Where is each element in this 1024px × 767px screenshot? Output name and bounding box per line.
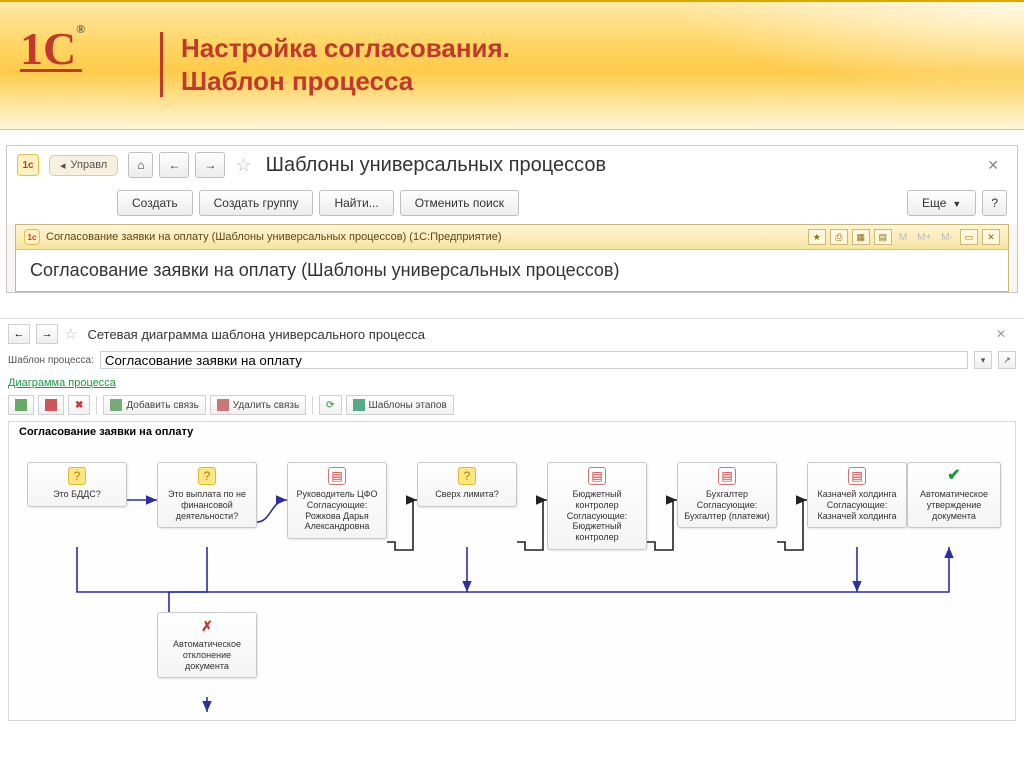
diagram-node-n9[interactable]: ✗ Автоматическое отклонение документа [157,612,257,678]
add-link-button[interactable]: Добавить связь [103,395,205,415]
cancel-search-button[interactable]: Отменить поиск [400,190,519,216]
delete-link-button[interactable]: Удалить связь [210,395,306,415]
refresh-button[interactable]: ⟳ [319,395,341,415]
app-window: 1c ◂ Управл ⌂ ← → ☆ Шаблоны универсальны… [0,145,1024,293]
slide-title-line1: Настройка согласования. [181,32,510,65]
delete-node-button[interactable] [38,395,64,415]
calc-icon[interactable]: ▦ [852,229,870,245]
edit-button[interactable] [8,395,34,415]
banner-highlight [504,2,1024,132]
diagram-node-n3[interactable]: ▤ Руководитель ЦФО Согласующие: Рожкова Д… [287,462,387,539]
delete-icon [45,399,57,411]
list-toolbar: Создать Создать группу Найти... Отменить… [7,184,1017,224]
question-icon: ? [198,467,216,485]
slide-title-line2: Шаблон процесса [181,65,510,98]
print-icon[interactable]: ⎙ [830,229,848,245]
template-field[interactable] [100,351,968,369]
window-close-button[interactable]: ✕ [982,229,1000,245]
inner-window-caption: Согласование заявки на оплату (Шаблоны у… [46,231,502,243]
diagram-node-n4[interactable]: ? Сверх лимита? [417,462,517,507]
arrow-left-icon: ← [168,158,180,172]
inner-body-title: Согласование заявки на оплату (Шаблоны у… [30,260,994,281]
more-button[interactable]: Еще▼ [907,190,976,216]
diagram-section-label: Диаграмма процесса [0,375,1024,393]
diagram-back-button[interactable]: ← [8,324,30,344]
node-label: Руководитель ЦФО Согласующие: Рожкова Да… [292,489,382,532]
app-tab[interactable]: ◂ Управл [49,155,118,176]
diagram-node-n5[interactable]: ▤ Бюджетный контролер Согласующие: Бюджет… [547,462,647,550]
nav-forward-button[interactable]: → [195,152,225,178]
minimize-button[interactable]: ▭ [960,229,978,245]
diagram-node-n2[interactable]: ? Это выплата по не финансовой деятельнос… [157,462,257,528]
star-icon[interactable]: ☆ [64,325,77,343]
arrow-right-icon: → [204,158,216,172]
create-group-button[interactable]: Создать группу [199,190,314,216]
page-title: Шаблоны универсальных процессов [266,154,606,177]
arrow-left-icon: ◂ [60,159,66,172]
find-button[interactable]: Найти... [319,190,393,216]
mem-m: M [896,232,910,243]
slide-banner: 1C® Настройка согласования. Шаблон проце… [0,0,1024,130]
nav-home-button[interactable]: ⌂ [128,152,153,178]
node-label: Сверх лимита? [422,489,512,500]
mem-mplus: M+ [914,232,934,243]
grid-icon[interactable]: ▤ [874,229,892,245]
inner-logo-icon: 1c [24,229,40,245]
close-button[interactable]: ✕ [979,157,1007,174]
template-field-label: Шаблон процесса: [8,355,94,366]
mem-mminus: M- [938,232,956,243]
document-icon: ▤ [588,467,606,485]
node-label: Бухгалтер Согласующие: Бухгалтер (платеж… [682,489,772,521]
delete-red-button[interactable]: ✖ [68,395,90,415]
refresh-icon: ⟳ [326,400,334,411]
slide-title: Настройка согласования. Шаблон процесса [160,32,510,97]
node-label: Автоматическое отклонение документа [162,639,252,671]
diagram-node-n8[interactable]: ✔ Автоматическое утверждение документа [907,462,1001,528]
x-icon: ✖ [75,400,83,411]
node-label: Это выплата по не финансовой деятельност… [162,489,252,521]
node-label: Бюджетный контролер Согласующие: Бюджетн… [552,489,642,543]
people-icon [353,399,365,411]
star-icon[interactable]: ☆ [235,155,251,176]
check-icon: ✔ [945,467,963,485]
open-button[interactable]: ↗ [998,351,1016,369]
link-del-icon [217,399,229,411]
fav-icon[interactable]: ★ [808,229,826,245]
question-icon: ? [68,467,86,485]
diagram-close-button[interactable]: ✕ [986,327,1016,341]
diagram-forward-button[interactable]: → [36,324,58,344]
document-icon: ▤ [718,467,736,485]
diagram-title: Сетевая диаграмма шаблона универсального… [87,327,425,342]
diagram-node-n6[interactable]: ▤ Бухгалтер Согласующие: Бухгалтер (плате… [677,462,777,528]
dropdown-button[interactable]: ▾ [974,351,992,369]
question-icon: ? [458,467,476,485]
lane-title: Согласование заявки на оплату [19,426,193,438]
diagram-node-n1[interactable]: ? Это БДДС? [27,462,127,507]
diagram-toolbar: ✖ Добавить связь Удалить связь ⟳ Шаблоны… [0,393,1024,421]
app-logo-icon: 1c [17,154,39,176]
diagram-node-n7[interactable]: ▤ Казначей холдинга Согласующие: Казначей… [807,462,907,528]
reject-icon: ✗ [198,617,216,635]
diagram-panel: ← → ☆ Сетевая диаграмма шаблона универса… [0,318,1024,767]
logo-1c: 1C® [20,22,85,72]
create-button[interactable]: Создать [117,190,193,216]
node-label: Казначей холдинга Согласующие: Казначей … [812,489,902,521]
inner-window: 1c Согласование заявки на оплату (Шаблон… [15,224,1009,292]
link-add-icon [110,399,122,411]
pencil-icon [15,399,27,411]
help-button[interactable]: ? [982,190,1007,216]
node-label: Автоматическое утверждение документа [912,489,996,521]
document-icon: ▤ [328,467,346,485]
diagram-canvas[interactable]: Согласование заявки на оплату [8,421,1016,721]
home-icon: ⌂ [137,158,144,172]
nav-back-button[interactable]: ← [159,152,189,178]
node-label: Это БДДС? [32,489,122,500]
document-icon: ▤ [848,467,866,485]
stage-templates-button[interactable]: Шаблоны этапов [346,395,454,415]
